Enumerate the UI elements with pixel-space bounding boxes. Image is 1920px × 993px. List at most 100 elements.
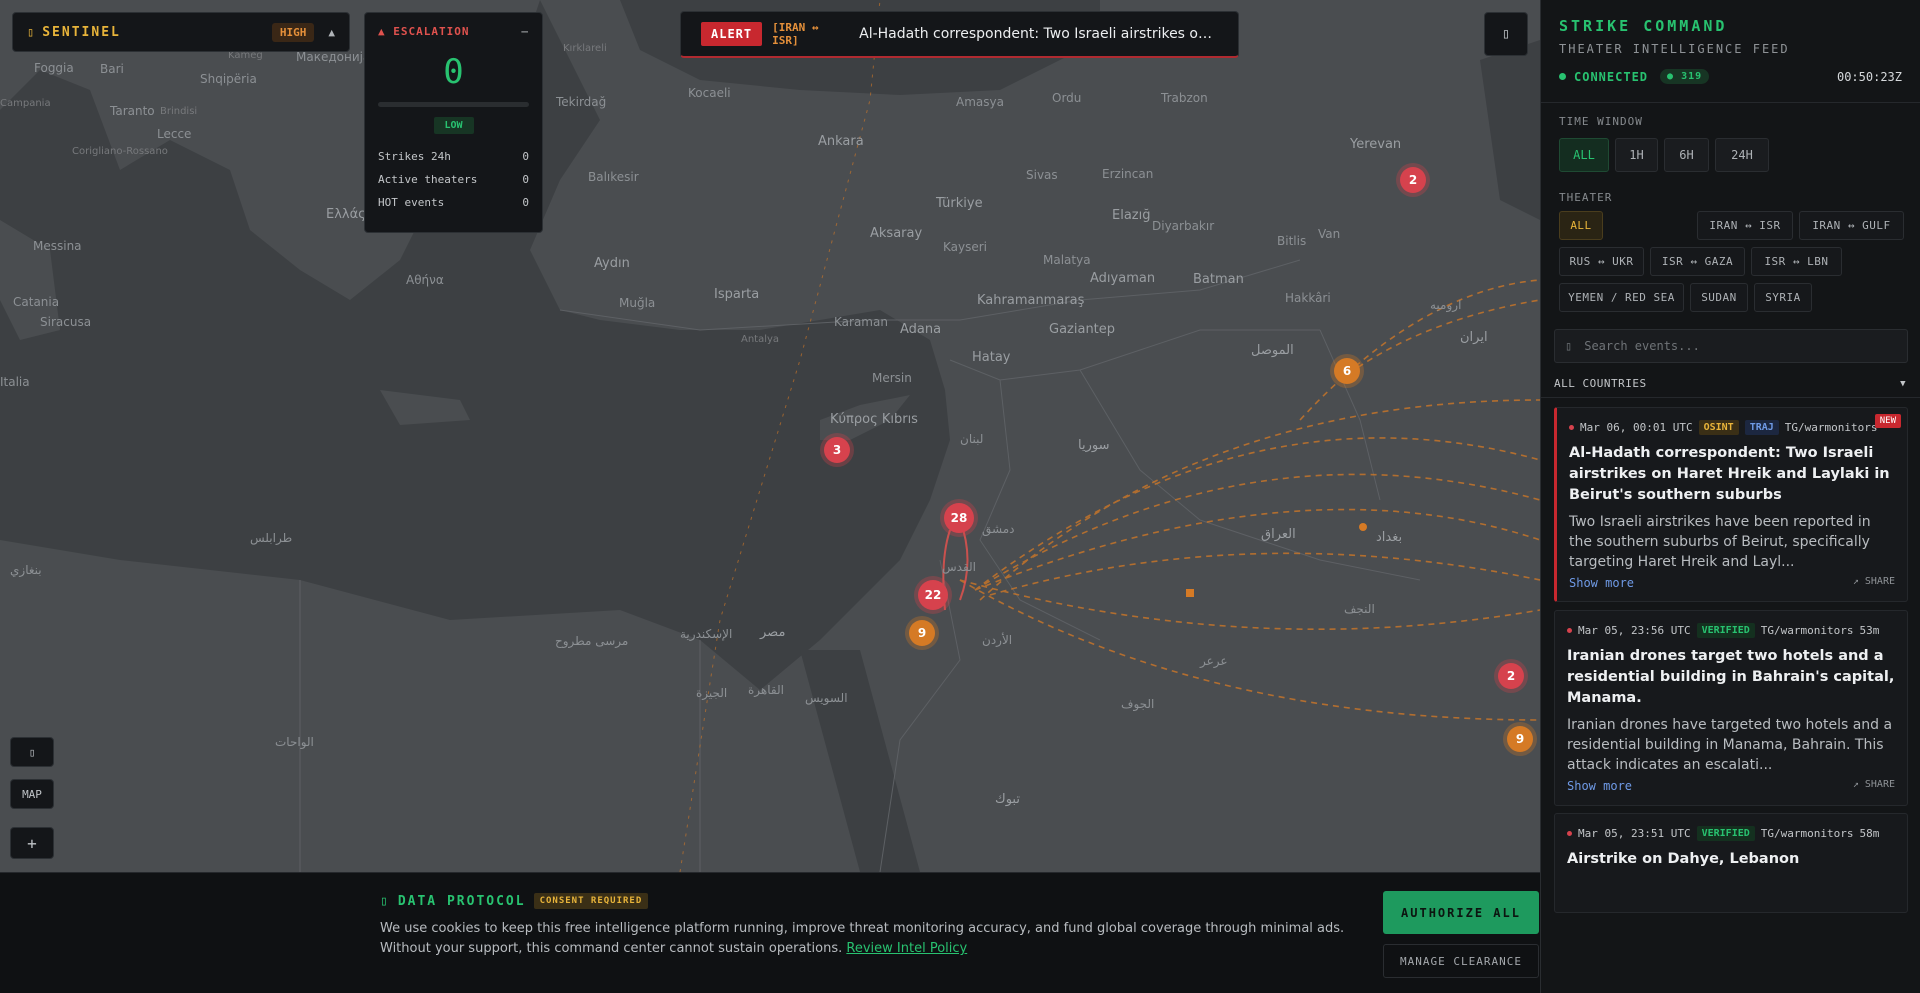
theater-iran-gulf[interactable]: IRAN ↔ GULF (1799, 211, 1904, 240)
map-label: Mersin (872, 371, 912, 385)
map-canvas[interactable]: Foggia Bari Shqipëria Taranto Brindisi L… (0, 0, 1540, 872)
strike-cluster[interactable]: 22 (918, 580, 948, 610)
layers-button[interactable]: ▯ (10, 737, 54, 767)
map-label: الموصل (1251, 343, 1294, 358)
event-summary: Iranian drones have targeted two hotels … (1567, 717, 1893, 773)
stat-value: 0 (522, 150, 529, 163)
map-label: Adıyaman (1090, 271, 1156, 286)
theater-isr-gaza[interactable]: ISR ↔ GAZA (1650, 247, 1745, 276)
map-label: Balıkesir (588, 170, 639, 184)
strike-cluster[interactable]: 6 (1334, 358, 1360, 384)
map-label: Batman (1193, 272, 1244, 287)
consent-banner: ▯ DATA PROTOCOL CONSENT REQUIRED We use … (0, 872, 1540, 993)
strike-cluster[interactable]: 2 (1400, 167, 1426, 193)
map-label: Kocaeli (688, 86, 731, 100)
map-label: القدس (942, 560, 977, 574)
map-label: Αθήνα (406, 273, 444, 287)
minimize-button[interactable]: – (521, 25, 529, 38)
map-label: Adana (900, 322, 942, 337)
time-window-24h[interactable]: 24H (1715, 138, 1769, 172)
theater-iran-isr[interactable]: IRAN ↔ ISR (1697, 211, 1793, 240)
strike-cluster[interactable]: 3 (824, 437, 850, 463)
theater-sudan[interactable]: SUDAN (1690, 283, 1748, 312)
share-button[interactable]: ↗ SHARE (1853, 779, 1895, 793)
authorize-all-button[interactable]: AUTHORIZE ALL (1383, 891, 1539, 934)
time-window-6h[interactable]: 6H (1664, 138, 1709, 172)
stat-row: Strikes 24h 0 (378, 150, 529, 163)
theater-rus-ukr[interactable]: RUS ↔ UKR (1559, 247, 1644, 276)
search-input[interactable]: ▯ Search events... (1554, 329, 1908, 363)
map-label: الواحات (275, 735, 314, 749)
strike-cluster[interactable]: 9 (909, 620, 935, 646)
strike-cluster[interactable]: 2 (1498, 663, 1524, 689)
fullscreen-button[interactable]: ▯ (1484, 12, 1528, 56)
map-label: Muğla (619, 296, 656, 310)
divider (1541, 102, 1920, 103)
event-time: Mar 05, 23:51 UTC (1578, 827, 1691, 840)
map-label: Tekirdağ (556, 95, 607, 109)
map-label: Türkiye (936, 196, 983, 211)
event-title: Al-Hadath correspondent: Two Israeli air… (1569, 445, 1890, 503)
collapse-icon[interactable]: ▲ (328, 26, 335, 39)
event-source: TG/warmonitors (1784, 421, 1878, 434)
map-label: Brindisi (160, 106, 198, 117)
show-more-link[interactable]: Show more (1567, 779, 1632, 793)
event-card[interactable]: Mar 05, 23:56 UTC VERIFIED TG/warmonitor… (1554, 610, 1908, 806)
map-label: Catania (13, 295, 60, 309)
stat-row: Active theaters 0 (378, 173, 529, 186)
event-card[interactable]: NEW Mar 06, 00:01 UTC OSINT TRAJ TG/warm… (1554, 407, 1908, 602)
strike-cluster[interactable]: 9 (1507, 726, 1533, 752)
theater-syria[interactable]: SYRIA (1754, 283, 1812, 312)
map-label: تبوك (995, 792, 1020, 807)
map-label: Elazığ (1112, 208, 1151, 223)
map-label: Siracusa (40, 315, 92, 329)
map-style-button[interactable]: MAP (10, 779, 54, 809)
consent-text: We use cookies to keep this free intelli… (380, 921, 1345, 956)
manage-clearance-button[interactable]: MANAGE CLEARANCE (1383, 944, 1539, 978)
map-label: ایران (1460, 330, 1488, 345)
escalation-title: ▲ ESCALATION (378, 25, 470, 38)
map-label: Ankara (818, 134, 864, 149)
strike-cluster[interactable]: 28 (944, 503, 974, 533)
show-more-link[interactable]: Show more (1569, 576, 1634, 590)
alert-banner[interactable]: ALERT [IRAN ↔ ISR] Al-Hadath corresponde… (680, 11, 1239, 58)
verified-badge: VERIFIED (1696, 826, 1755, 841)
event-card[interactable]: Mar 05, 23:51 UTC VERIFIED TG/warmonitor… (1554, 813, 1908, 913)
map-label: Bitlis (1277, 234, 1307, 248)
map-label: العراق (1261, 527, 1296, 542)
theater-all[interactable]: ALL (1559, 211, 1603, 240)
map-label: Gaziantep (1049, 322, 1116, 337)
event-count-badge: ● 319 (1660, 69, 1710, 84)
theater-label: THEATER (1559, 191, 1613, 204)
sentinel-panel[interactable]: ▯ SENTINEL HIGH ▲ (12, 12, 350, 52)
map-label: عرعر (1200, 654, 1228, 668)
severity-dot-icon (1567, 831, 1572, 836)
map-label: Antalya (741, 334, 780, 345)
event-title: Airstrike on Dahye, Lebanon (1567, 851, 1800, 867)
map-label: Italia (0, 375, 30, 389)
map-label: Lecce (157, 127, 192, 141)
map-label: الإسكندرية (680, 627, 733, 641)
time-window-all[interactable]: ALL (1559, 138, 1609, 172)
stat-value: 0 (522, 173, 529, 186)
map-label: Κύπρος Kıbrıs (830, 412, 918, 427)
zoom-in-button[interactable]: + (10, 827, 54, 859)
country-select[interactable]: ALL COUNTRIES ▼ (1541, 370, 1920, 398)
share-button[interactable]: ↗ SHARE (1853, 576, 1895, 590)
event-time: Mar 05, 23:56 UTC (1578, 624, 1691, 637)
time-window-1h[interactable]: 1H (1615, 138, 1658, 172)
verified-badge: VERIFIED (1696, 623, 1755, 638)
event-source: TG/warmonitors (1760, 827, 1854, 840)
country-select-value: ALL COUNTRIES (1554, 377, 1647, 390)
map-label: مرسى مطروح (555, 634, 629, 648)
map-label: Aydın (594, 256, 630, 271)
theater-yemen-red-sea[interactable]: YEMEN / RED SEA (1559, 283, 1684, 312)
map-label: ارومیه (1430, 298, 1462, 312)
map-label: مصر (760, 625, 786, 640)
source-type-badge: OSINT (1698, 420, 1739, 435)
theater-isr-lbn[interactable]: ISR ↔ LBN (1751, 247, 1842, 276)
map-label: Kırklareli (563, 43, 607, 54)
map-label: Hakkâri (1285, 291, 1331, 305)
intel-policy-link[interactable]: Review Intel Policy (846, 941, 967, 956)
fullscreen-icon: ▯ (1501, 26, 1511, 42)
